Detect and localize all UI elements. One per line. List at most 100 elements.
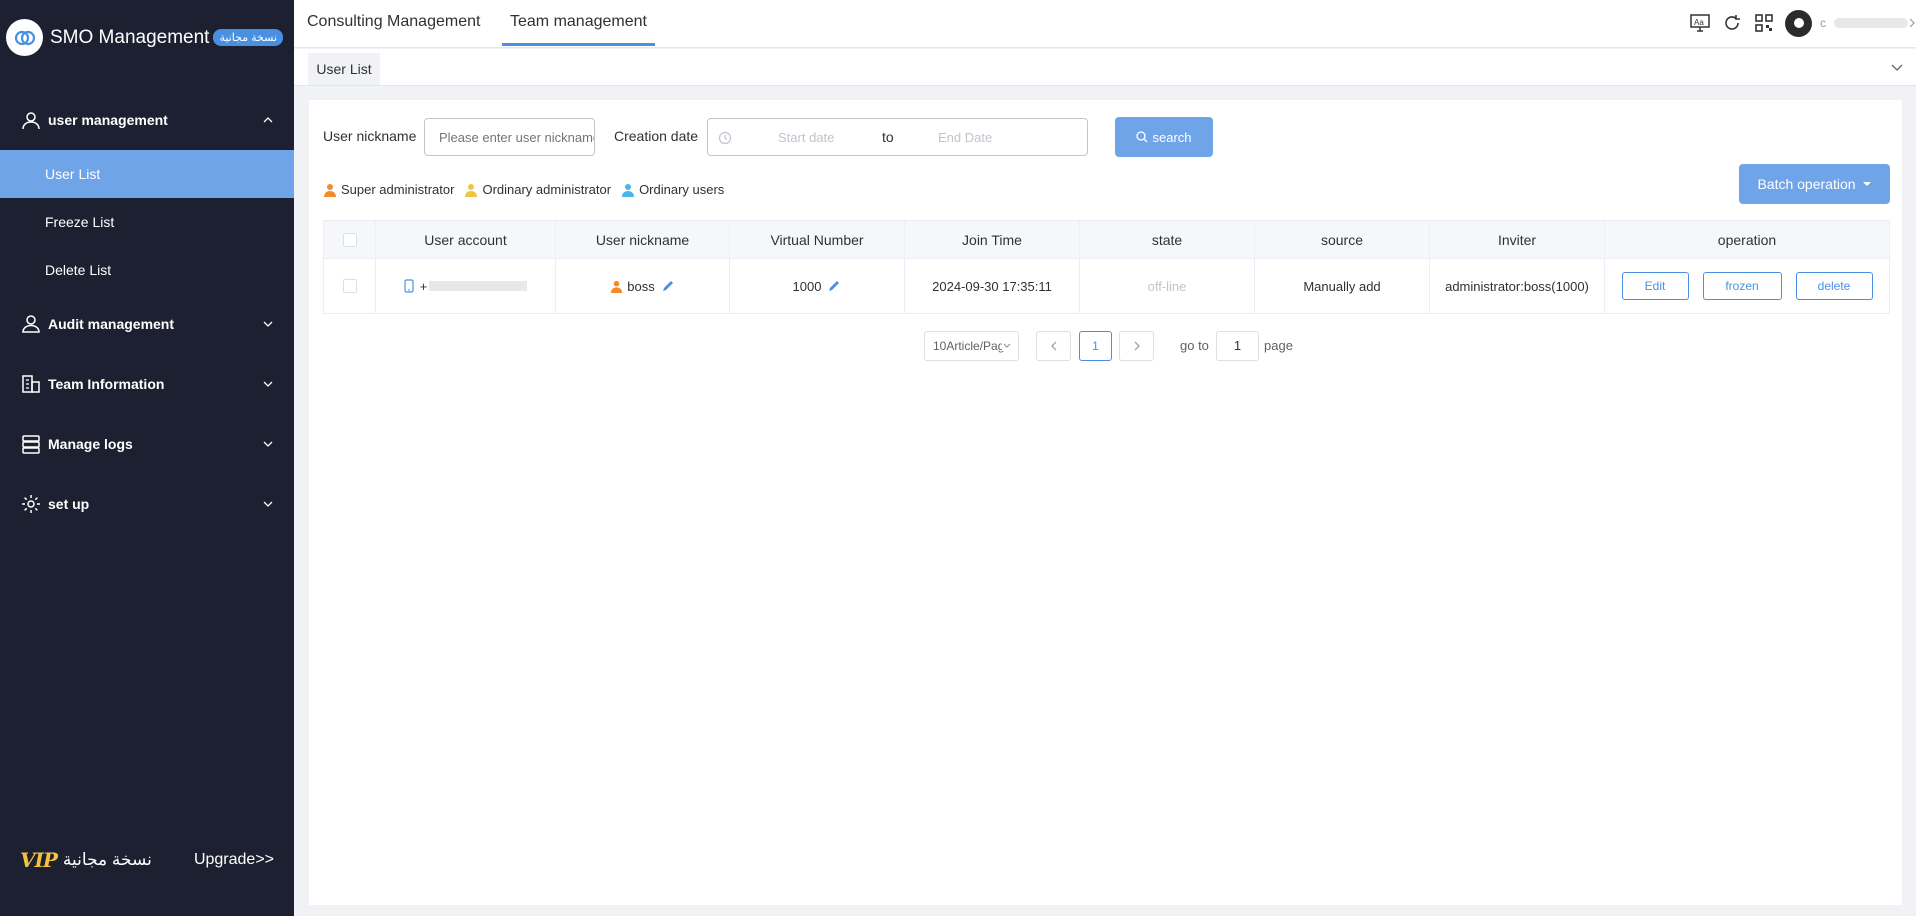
prev-page-button[interactable] bbox=[1036, 331, 1071, 361]
menu-group-label: Team Information bbox=[48, 376, 165, 392]
date-range-separator: to bbox=[882, 129, 894, 145]
date-range-picker[interactable]: Start date to End Date bbox=[707, 118, 1088, 156]
row-select-cell bbox=[324, 259, 376, 313]
search-button[interactable]: search bbox=[1115, 117, 1213, 157]
select-all-checkbox[interactable] bbox=[342, 232, 357, 247]
chevron-down-icon[interactable] bbox=[1890, 61, 1904, 75]
username-redacted bbox=[1834, 18, 1908, 28]
chevron-down-icon bbox=[1002, 341, 1012, 351]
table-row: + boss 1000 2024-09-30 17:35:11 off-line… bbox=[324, 258, 1889, 313]
column-header: Virtual Number bbox=[730, 221, 905, 258]
sidebar-item-freeze-list[interactable]: Freeze List bbox=[0, 198, 294, 246]
column-header: Inviter bbox=[1430, 221, 1605, 258]
sidebar-menu: user management User List Freeze List De… bbox=[0, 90, 294, 534]
batch-operation-button[interactable]: Batch operation bbox=[1739, 164, 1890, 204]
gear-icon bbox=[20, 493, 42, 515]
search-button-label: search bbox=[1152, 129, 1192, 145]
top-bar: Consulting Management Team management Aa… bbox=[294, 0, 1916, 48]
username-initial[interactable]: c bbox=[1820, 16, 1826, 30]
table-header-row: User account User nickname Virtual Numbe… bbox=[324, 221, 1889, 258]
brand-badge: نسخة مجانية bbox=[213, 29, 284, 46]
page-size-value: 10Article/Page bbox=[933, 339, 1012, 353]
column-header: state bbox=[1080, 221, 1255, 258]
menu-group-label: user management bbox=[48, 112, 168, 128]
person-icon bbox=[622, 183, 635, 197]
person-icon bbox=[611, 280, 623, 293]
menu-group-label: Manage logs bbox=[48, 436, 133, 452]
batch-operation-label: Batch operation bbox=[1757, 176, 1856, 192]
frozen-button[interactable]: frozen bbox=[1702, 272, 1782, 300]
chevron-right-icon[interactable] bbox=[1908, 17, 1916, 29]
qr-code-icon[interactable] bbox=[1753, 12, 1775, 34]
inviter-cell: administrator:boss(1000) bbox=[1430, 259, 1605, 313]
avatar[interactable] bbox=[1785, 9, 1812, 37]
user-table: User account User nickname Virtual Numbe… bbox=[323, 220, 1890, 314]
plan-label: نسخة مجانية bbox=[62, 850, 152, 869]
delete-button[interactable]: delete bbox=[1795, 272, 1873, 300]
page-tab-user-list[interactable]: User List bbox=[308, 53, 380, 85]
top-icons: Aa c bbox=[1679, 0, 1916, 46]
page-number-current[interactable]: 1 bbox=[1079, 331, 1112, 361]
legend-ordinary-users: Ordinary users bbox=[621, 182, 724, 197]
chevron-down-icon bbox=[263, 381, 273, 387]
nickname-cell: boss bbox=[556, 259, 730, 313]
legend-label: Super administrator bbox=[341, 182, 455, 197]
pagination: 10Article/Page 1 go to 1 page bbox=[309, 331, 1902, 361]
chevron-down-icon bbox=[263, 441, 273, 447]
edit-button[interactable]: Edit bbox=[1621, 272, 1689, 300]
nickname-label: User nickname bbox=[323, 128, 417, 144]
role-legend: Super administrator Ordinary administrat… bbox=[323, 182, 734, 197]
logo-icon bbox=[6, 19, 43, 56]
sidebar-footer: VIP نسخة مجانية Upgrade>> bbox=[0, 848, 294, 872]
operation-cell: Edit frozen delete bbox=[1605, 259, 1889, 313]
page-label: page bbox=[1264, 338, 1293, 353]
person-icon bbox=[324, 183, 336, 197]
translate-icon[interactable]: Aa bbox=[1689, 12, 1711, 34]
legend-ordinary-administrator: Ordinary administrator bbox=[464, 182, 611, 197]
edit-pencil-icon[interactable] bbox=[661, 279, 675, 293]
svg-text:Aa: Aa bbox=[1694, 18, 1704, 27]
legend-label: Ordinary users bbox=[639, 182, 725, 197]
join-time-cell: 2024-09-30 17:35:11 bbox=[905, 259, 1080, 313]
chevron-down-icon bbox=[263, 501, 273, 507]
menu-group-user-management[interactable]: user management bbox=[0, 90, 294, 150]
next-page-button[interactable] bbox=[1119, 331, 1154, 361]
user-icon bbox=[20, 109, 42, 131]
menu-group-manage-logs[interactable]: Manage logs bbox=[0, 414, 294, 474]
refresh-icon[interactable] bbox=[1721, 12, 1743, 34]
brand-name: SMO Management bbox=[50, 26, 210, 48]
log-icon bbox=[20, 433, 42, 455]
tab-consulting-management[interactable]: Consulting Management bbox=[307, 0, 480, 46]
account-redacted bbox=[429, 281, 528, 291]
select-all-cell bbox=[324, 221, 376, 258]
state-cell: off-line bbox=[1080, 259, 1255, 313]
menu-group-team-information[interactable]: Team Information bbox=[0, 354, 294, 414]
vip-logo: VIP bbox=[20, 848, 58, 872]
sidebar-item-delete-list[interactable]: Delete List bbox=[0, 246, 294, 294]
phone-icon bbox=[404, 279, 414, 293]
caret-down-icon bbox=[1862, 182, 1871, 186]
upgrade-link[interactable]: Upgrade>> bbox=[194, 851, 274, 869]
legend-super-administrator: Super administrator bbox=[323, 182, 454, 197]
column-header: operation bbox=[1717, 231, 1777, 248]
tab-team-management[interactable]: Team management bbox=[502, 0, 655, 46]
brand: SMO Management نسخة مجانية bbox=[0, 0, 294, 75]
menu-group-label: Audit management bbox=[48, 316, 175, 332]
nickname-input[interactable] bbox=[424, 118, 595, 156]
column-header: Join Time bbox=[905, 221, 1080, 258]
sidebar-item-user-list[interactable]: User List bbox=[0, 150, 294, 198]
edit-pencil-icon[interactable] bbox=[827, 279, 841, 293]
page-size-select[interactable]: 10Article/Page bbox=[924, 331, 1019, 361]
goto-page-input[interactable]: 1 bbox=[1216, 331, 1259, 361]
end-date-input[interactable]: End Date bbox=[938, 130, 992, 145]
goto-label: go to bbox=[1180, 338, 1209, 353]
start-date-input[interactable]: Start date bbox=[778, 130, 834, 145]
menu-group-set-up[interactable]: set up bbox=[0, 474, 294, 534]
menu-group-audit-management[interactable]: Audit management bbox=[0, 294, 294, 354]
creation-date-label: Creation date bbox=[614, 128, 699, 144]
row-checkbox[interactable] bbox=[342, 279, 357, 293]
column-header: User account bbox=[376, 221, 556, 258]
account-value: + bbox=[419, 278, 428, 294]
chevron-left-icon bbox=[1050, 341, 1056, 351]
nickname-value: boss bbox=[627, 278, 655, 294]
